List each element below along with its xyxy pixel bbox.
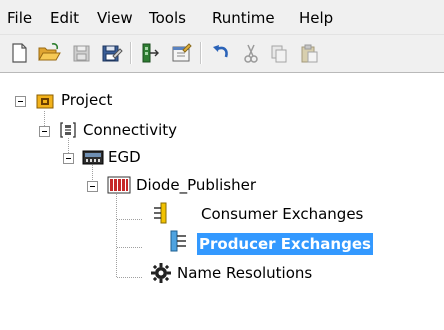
consumer-exchange-icon <box>152 202 174 224</box>
menu-bar: File Edit View Tools Runtime Help <box>0 0 444 35</box>
collapse-toggle[interactable] <box>63 153 74 164</box>
project-icon <box>36 92 54 110</box>
tree-node-consumer-exchanges[interactable]: Consumer Exchanges <box>199 203 365 225</box>
open-folder-icon[interactable] <box>36 40 62 66</box>
egd-icon <box>82 148 104 166</box>
save-all-icon[interactable] <box>98 40 124 66</box>
project-tree: Project Connectivity EGD Diode_Publisher… <box>0 73 444 330</box>
menu-edit[interactable]: Edit <box>50 8 79 28</box>
toolbar <box>0 35 444 73</box>
collapse-toggle[interactable] <box>87 181 98 192</box>
device-rack-icon <box>107 175 131 194</box>
collapse-toggle[interactable] <box>39 126 50 137</box>
tree-lines <box>44 111 143 278</box>
gear-icon <box>150 262 172 284</box>
undo-icon[interactable] <box>208 40 234 66</box>
new-document-icon[interactable] <box>6 40 32 66</box>
menu-help[interactable]: Help <box>299 8 333 28</box>
add-device-icon[interactable] <box>138 40 164 66</box>
tree-node-connectivity[interactable]: Connectivity <box>81 119 179 141</box>
tree-node-project[interactable]: Project <box>59 90 114 110</box>
toolbar-separator <box>130 42 132 64</box>
menu-tools[interactable]: Tools <box>149 8 186 28</box>
cut-icon[interactable] <box>238 40 264 66</box>
toolbar-separator <box>200 42 202 64</box>
tree-node-diode-publisher[interactable]: Diode_Publisher <box>134 174 258 196</box>
tree-node-egd[interactable]: EGD <box>106 146 143 168</box>
tree-node-producer-exchanges[interactable]: Producer Exchanges <box>197 233 373 255</box>
menu-file[interactable]: File <box>7 8 32 28</box>
producer-exchange-icon <box>168 230 192 252</box>
save-icon[interactable] <box>68 40 94 66</box>
properties-icon[interactable] <box>168 40 194 66</box>
menu-runtime[interactable]: Runtime <box>212 8 275 28</box>
collapse-toggle[interactable] <box>15 96 26 107</box>
copy-icon[interactable] <box>266 40 292 66</box>
paste-icon[interactable] <box>296 40 322 66</box>
tree-node-name-resolutions[interactable]: Name Resolutions <box>175 262 314 284</box>
connectivity-icon <box>59 121 77 139</box>
menu-view[interactable]: View <box>97 8 133 28</box>
